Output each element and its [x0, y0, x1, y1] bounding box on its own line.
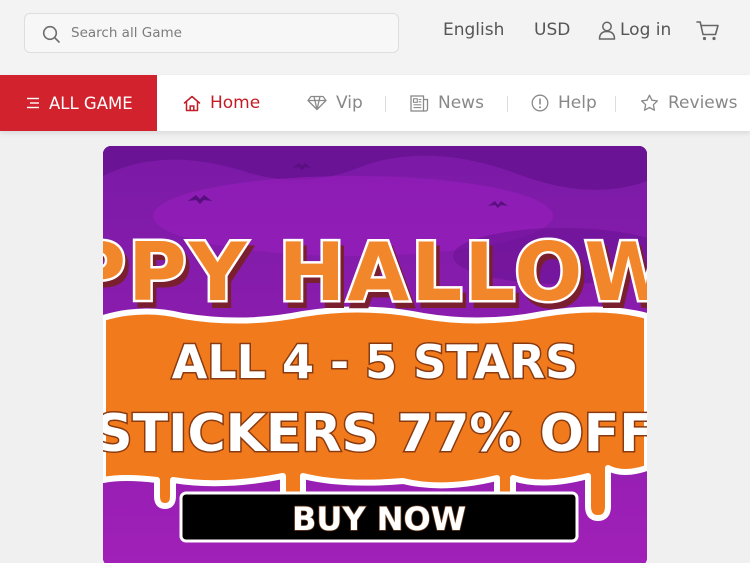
banner-line-2: STICKERS 77% OFF	[103, 404, 647, 464]
nav-divider	[385, 96, 386, 112]
nav-item-vip[interactable]: Vip	[307, 75, 363, 131]
currency-selector[interactable]: USD	[534, 20, 570, 40]
buy-now-label: BUY NOW	[292, 500, 466, 538]
nav-item-label: Home	[210, 93, 261, 113]
banner-line-1: ALL 4 - 5 STARS	[172, 335, 578, 389]
nav-item-label: Reviews	[668, 93, 738, 113]
star-icon	[640, 94, 659, 111]
top-bar: English USD Log in	[0, 0, 750, 75]
nav-item-news[interactable]: News	[410, 75, 484, 131]
diamond-icon	[307, 95, 327, 111]
home-icon	[183, 95, 201, 111]
search-icon	[42, 25, 60, 43]
cart-icon	[696, 21, 719, 41]
nav-item-label: News	[438, 93, 484, 113]
nav-item-help[interactable]: Help	[531, 75, 597, 131]
nav-item-label: Vip	[336, 93, 363, 113]
promo-banner[interactable]: PPY HALLOW PPY HALLOW ALL 4 - 5 STARS ST…	[103, 146, 647, 563]
banner-headline: PPY HALLOW	[103, 226, 647, 319]
help-icon	[531, 94, 549, 112]
user-icon	[598, 21, 616, 40]
language-selector[interactable]: English	[443, 20, 504, 40]
nav-item-reviews[interactable]: Reviews	[640, 75, 738, 131]
search-box[interactable]	[24, 13, 399, 53]
nav-divider	[615, 96, 616, 112]
nav-item-home[interactable]: Home	[183, 75, 260, 131]
news-icon	[410, 94, 429, 112]
all-game-label: ALL GAME	[49, 93, 133, 113]
main-nav: ALL GAME Home Vip News Help Reviews	[0, 75, 750, 131]
nav-divider	[507, 96, 508, 112]
all-game-button[interactable]: ALL GAME	[0, 75, 157, 131]
nav-item-label: Help	[558, 93, 597, 113]
halloween-sale-graphic: PPY HALLOW PPY HALLOW ALL 4 - 5 STARS ST…	[103, 146, 647, 563]
login-label: Log in	[620, 20, 672, 40]
search-input[interactable]	[71, 22, 381, 44]
menu-icon	[27, 97, 39, 109]
cart-button[interactable]	[696, 20, 720, 46]
login-button[interactable]: Log in	[598, 20, 671, 40]
